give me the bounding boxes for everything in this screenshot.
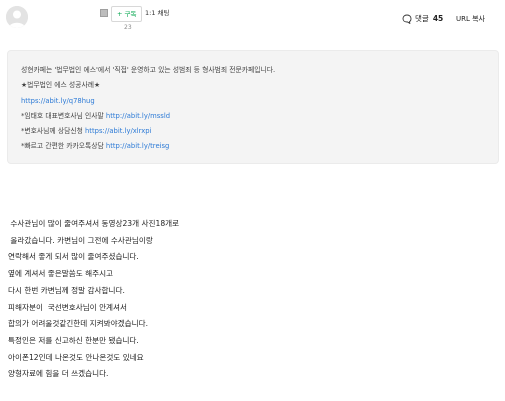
ceo-greeting-label: *임태호 대표변호사님 인사말 <box>21 111 106 120</box>
comment-count: 45 <box>432 14 444 23</box>
notice-intro: 성현카페는 '법무법인 에스'에서 '직접' 운영하고 있는 성범죄 등 형사범… <box>21 66 276 74</box>
post-line: 올라갔습니다. 카변님이 그전에 수사관님이랑 <box>8 235 153 245</box>
post-line: 수사관님이 많이 줄여주셔서 동영상23개 사진18개로 <box>8 219 180 228</box>
view-count: 23 <box>124 24 132 31</box>
member-level-icon <box>100 9 108 17</box>
notice-success-cases-title: ★법무법인 에스 성공사례★ <box>21 81 101 90</box>
kakao-consult-label: *빠르고 간편한 카카오톡상담 <box>21 142 106 151</box>
cafe-notice-box: 성현카페는 '법무법인 에스'에서 '직접' 운영하고 있는 성범죄 등 형사범… <box>7 50 499 164</box>
post-line: 다시 한번 카변님께 정말 감사합니다. <box>8 285 125 295</box>
post-header: + 구독 1:1 채팅 23 댓글 45 URL 복사 <box>0 0 505 40</box>
comment-button[interactable]: 댓글 45 <box>402 13 443 24</box>
speech-bubble-icon <box>402 14 412 24</box>
post-line: 피해자분이 국선변호사님이 안계셔서 <box>8 302 128 312</box>
post-line: 특정인은 저를 신고하신 한분만 됐습니다. <box>8 335 139 345</box>
url-copy-button[interactable]: URL 복사 <box>456 14 485 24</box>
one-to-one-chat-button[interactable]: 1:1 채팅 <box>145 7 170 19</box>
author-avatar[interactable] <box>6 6 28 28</box>
subscribe-button[interactable]: + 구독 <box>111 6 143 22</box>
post-line: 옆에 계셔서 좋은말씀도 해주시고 <box>8 269 114 279</box>
post-line: 아이폰12인데 나온것도 안나온것도 있네요 <box>8 352 144 362</box>
consult-request-link[interactable]: https://abit.ly/xlrxpi <box>85 127 152 135</box>
default-profile-icon <box>6 6 28 28</box>
post-body: 수사관님이 많이 줄여주셔서 동영상23개 사진18개로 올라갔습니다. 카변님… <box>8 216 488 383</box>
post-line: 합의가 어려울것같긴한데 지켜봐야겠습니다. <box>8 319 148 329</box>
post-line: 연락해서 좋게 되서 많이 줄여주셨습니다. <box>8 252 139 262</box>
consult-request-label: *변호사님께 상담신청 <box>21 127 85 136</box>
comment-label: 댓글 <box>415 14 429 23</box>
kakao-consult-link[interactable]: http://abit.ly/treisg <box>106 142 169 150</box>
success-cases-link[interactable]: https://abit.ly/q78hug <box>21 97 95 105</box>
ceo-greeting-link[interactable]: http://abit.ly/mssld <box>106 112 170 120</box>
post-line: 양형자료에 힘을 더 쓰겠습니다. <box>8 369 109 379</box>
